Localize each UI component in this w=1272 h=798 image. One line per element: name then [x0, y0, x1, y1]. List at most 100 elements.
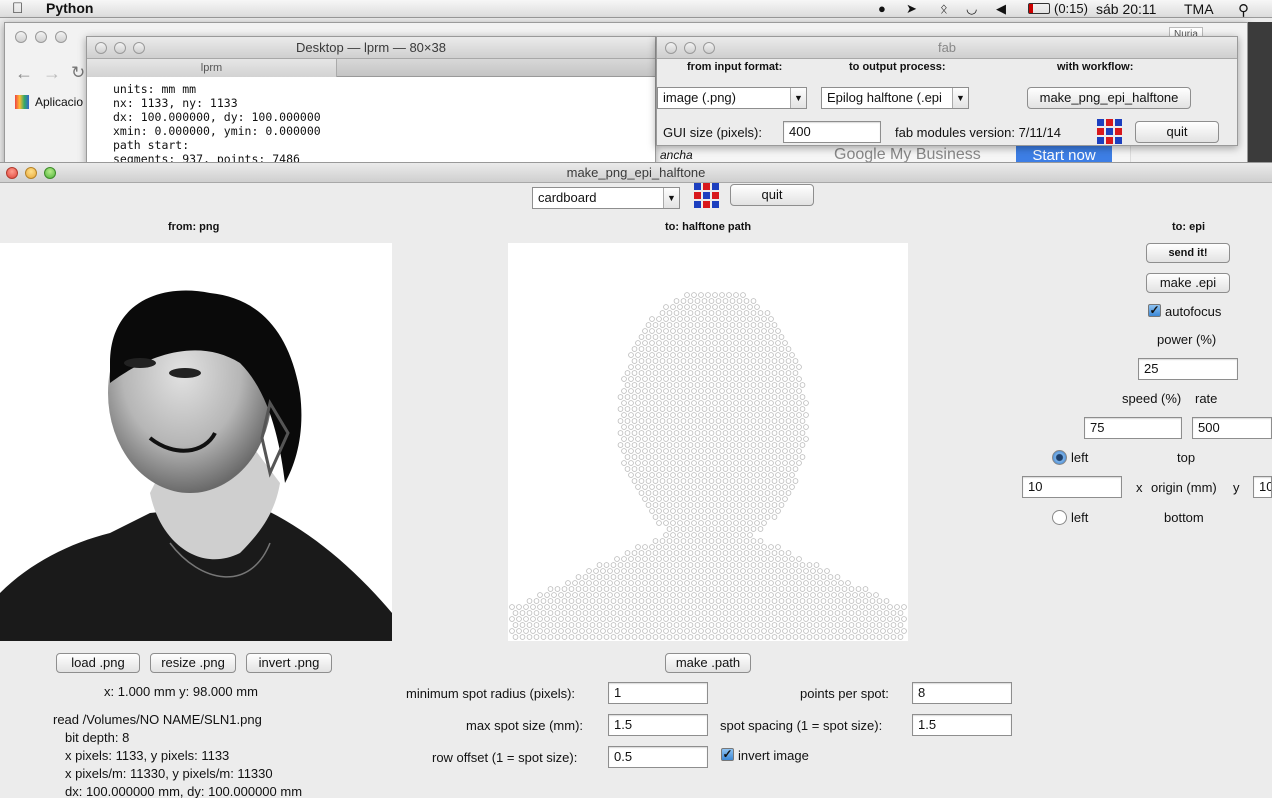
browser-close-button[interactable]	[15, 31, 27, 43]
halftone-dot	[680, 526, 687, 532]
halftone-dot	[778, 610, 785, 616]
load-png-button[interactable]: load .png	[56, 653, 140, 673]
halftone-dot	[656, 556, 662, 562]
halftone-dot	[593, 628, 599, 634]
invert-image-checkbox[interactable]: ✓	[721, 748, 734, 761]
halftone-dot	[708, 394, 715, 400]
halftone-dot	[771, 394, 778, 400]
halftone-dot	[708, 466, 715, 472]
battery-icon[interactable]	[1028, 3, 1050, 14]
halftone-dot	[684, 376, 690, 382]
origin-left-bottom-radio[interactable]	[1052, 510, 1067, 525]
fab-quit-button[interactable]: quit	[1135, 121, 1219, 143]
gui-size-input[interactable]: 400	[783, 121, 881, 143]
halftone-dot	[649, 316, 655, 322]
halftone-dot	[575, 622, 582, 628]
halftone-dot	[733, 484, 739, 490]
terminal-close-button[interactable]	[95, 42, 107, 54]
spotlight-icon[interactable]: ⚲	[1238, 1, 1249, 19]
origin-left-top-radio[interactable]	[1052, 450, 1067, 465]
halftone-dot	[743, 442, 750, 448]
halftone-dot	[617, 562, 624, 568]
halftone-dot	[614, 616, 620, 622]
halftone-dot	[680, 346, 687, 352]
bluetooth-icon[interactable]: ᛟ	[940, 1, 948, 16]
halftone-dot	[589, 574, 596, 580]
main-minimize-button[interactable]	[25, 167, 37, 179]
halftone-dot	[715, 610, 722, 616]
input-format-select[interactable]: image (.png) ▼	[657, 87, 807, 109]
reload-icon[interactable]: ↻	[71, 63, 85, 83]
halftone-dot	[750, 586, 757, 592]
browser-minimize-button[interactable]	[35, 31, 47, 43]
halftone-dot	[558, 628, 564, 634]
halftone-dot	[726, 592, 732, 598]
spot-spacing-input[interactable]: 1.5	[912, 714, 1012, 736]
alien-icon[interactable]: ●	[878, 1, 886, 16]
halftone-dot	[586, 604, 592, 610]
halftone-dot	[600, 568, 606, 574]
apps-icon[interactable]	[15, 95, 29, 109]
halftone-dot	[656, 340, 662, 346]
apple-menu-icon[interactable]: 	[12, 0, 23, 17]
halftone-dot	[750, 358, 757, 364]
halftone-dot	[652, 550, 659, 556]
sync-icon[interactable]: ➤	[906, 1, 917, 17]
main-quit-button[interactable]: quit	[730, 184, 814, 206]
max-spot-input[interactable]: 1.5	[608, 714, 708, 736]
halftone-dot	[677, 328, 683, 334]
row-offset-input[interactable]: 0.5	[608, 746, 708, 768]
make-epi-button[interactable]: make .epi	[1146, 273, 1230, 293]
fab-minimize-button[interactable]	[684, 42, 696, 54]
origin-x-input[interactable]: 10	[1022, 476, 1122, 498]
halftone-dot	[687, 466, 694, 472]
halftone-dot	[694, 358, 701, 364]
power-input[interactable]: 25	[1138, 358, 1238, 380]
material-select[interactable]: cardboard ▼	[532, 187, 680, 209]
halftone-dot	[712, 412, 718, 418]
forward-icon[interactable]: →	[43, 63, 61, 84]
resize-png-button[interactable]: resize .png	[150, 653, 236, 673]
output-process-select[interactable]: Epilog halftone (.epi ▼	[821, 87, 969, 109]
halftone-dot	[698, 604, 704, 610]
fab-zoom-button[interactable]	[703, 42, 715, 54]
wifi-icon[interactable]: ◡	[966, 1, 977, 17]
back-icon[interactable]: ←	[15, 63, 33, 84]
make-path-button[interactable]: make .path	[665, 653, 751, 673]
browser-zoom-button[interactable]	[55, 31, 67, 43]
halftone-dot	[656, 508, 662, 514]
autofocus-checkbox[interactable]: ✓	[1148, 304, 1161, 317]
halftone-dot	[750, 526, 757, 532]
terminal-zoom-button[interactable]	[133, 42, 145, 54]
volume-icon[interactable]: ◀	[996, 1, 1006, 17]
halftone-dot	[792, 418, 799, 424]
halftone-dot	[733, 592, 739, 598]
halftone-dot	[771, 598, 778, 604]
rate-input[interactable]: 500	[1192, 417, 1272, 439]
workflow-button[interactable]: make_png_epi_halftone	[1027, 87, 1191, 109]
halftone-dot	[684, 568, 690, 574]
halftone-dot	[750, 454, 757, 460]
app-name[interactable]: Python	[46, 0, 93, 16]
speed-input[interactable]: 75	[1084, 417, 1182, 439]
halftone-dot	[729, 574, 736, 580]
points-per-spot-input[interactable]: 8	[912, 682, 1012, 704]
halftone-dot	[757, 634, 764, 640]
terminal-minimize-button[interactable]	[114, 42, 126, 54]
halftone-dot	[635, 376, 641, 382]
min-radius-input[interactable]: 1	[608, 682, 708, 704]
clock[interactable]: sáb 20:11	[1096, 1, 1156, 17]
halftone-dot	[799, 406, 806, 412]
send-it-button[interactable]: send it!	[1146, 243, 1230, 263]
origin-y-input[interactable]: 10	[1253, 476, 1272, 498]
invert-png-button[interactable]: invert .png	[246, 653, 332, 673]
terminal-tab[interactable]: lprm	[87, 59, 337, 77]
main-zoom-button[interactable]	[44, 167, 56, 179]
fab-close-button[interactable]	[665, 42, 677, 54]
halftone-dot	[684, 472, 690, 478]
bookmark-apps[interactable]: Aplicacio	[35, 95, 83, 109]
user-name[interactable]: TMA	[1184, 1, 1214, 17]
main-close-button[interactable]	[6, 167, 18, 179]
halftone-dot	[509, 628, 515, 634]
halftone-dot	[673, 622, 680, 628]
